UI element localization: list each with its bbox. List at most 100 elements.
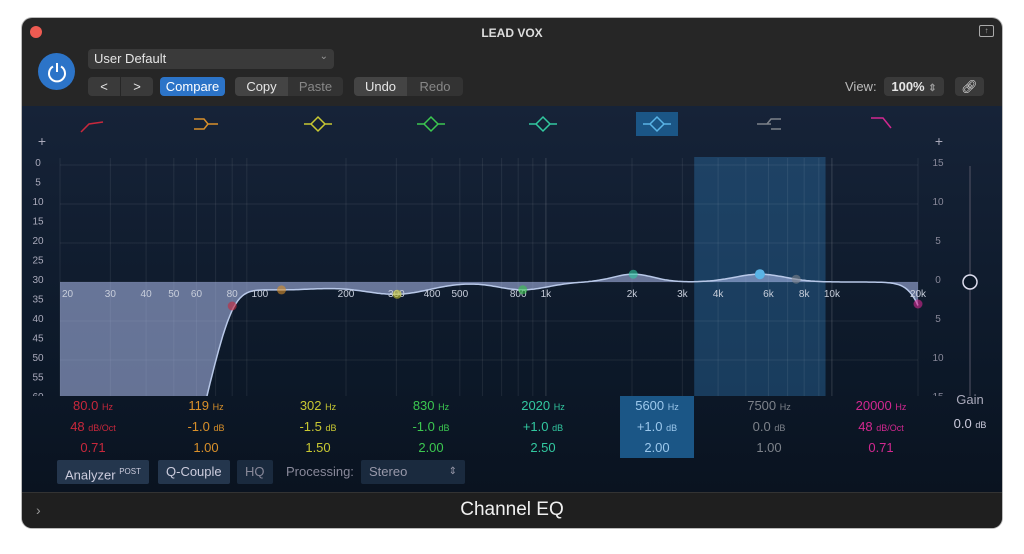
freq-tick-label: 40 [141, 289, 153, 300]
plugin-name: Channel EQ [460, 499, 564, 520]
link-icon: 🔗︎ [961, 79, 978, 94]
output-gain-label: Gain [956, 392, 984, 407]
float-window-icon[interactable]: ↑ [979, 25, 994, 37]
band-gain[interactable]: -1.5 dB [281, 417, 355, 438]
band-frequency[interactable]: 80.0 Hz [56, 396, 130, 417]
selected-band-tab [636, 112, 678, 136]
processing-select[interactable]: Stereo ⇕ [361, 460, 465, 484]
compare-button[interactable]: Compare [160, 77, 225, 96]
band-frequency[interactable]: 119 Hz [169, 396, 243, 417]
band-1-low-cut-icon[interactable] [80, 121, 104, 133]
band-8-handle[interactable] [913, 299, 923, 309]
view-label: View: [845, 79, 877, 94]
prev-preset-button[interactable]: < [88, 77, 120, 96]
window-title: LEAD VOX [481, 26, 543, 40]
band-frequency[interactable]: 830 Hz [394, 396, 468, 417]
analyzer-scale-label: 55 [32, 373, 44, 384]
zoom-plus-button[interactable]: + [935, 133, 943, 149]
freq-tick-label: 1k [541, 289, 553, 300]
paste-button[interactable]: Paste [288, 77, 343, 96]
band-8-values[interactable]: 20000 Hz 48 dB/Oct 0.71 [844, 396, 918, 458]
band-4-handle[interactable] [518, 285, 528, 295]
band-7-handle[interactable] [791, 274, 801, 284]
freq-tick-label: 100 [252, 289, 269, 300]
band-frequency[interactable]: 20000 Hz [844, 396, 918, 417]
band-frequency[interactable]: 2020 Hz [506, 396, 580, 417]
link-button[interactable]: 🔗︎ [955, 77, 984, 96]
output-gain-knob[interactable] [962, 274, 978, 290]
undo-button[interactable]: Undo [354, 77, 407, 96]
freq-tick-label: 10k [824, 289, 841, 300]
copy-button[interactable]: Copy [235, 77, 288, 96]
band-5-values[interactable]: 2020 Hz +1.0 dB 2.50 [506, 396, 580, 458]
band-q[interactable]: 2.50 [506, 438, 580, 458]
stepper-icon: ⇕ [928, 83, 937, 94]
band-3-bell-icon[interactable] [304, 115, 332, 133]
view-zoom-select[interactable]: 100% ⇕ [884, 77, 944, 96]
band-4-bell-icon[interactable] [417, 115, 445, 133]
band-gain[interactable]: -1.0 dB [394, 417, 468, 438]
band-5-handle[interactable] [628, 269, 638, 279]
band-q[interactable]: 1.00 [732, 438, 806, 458]
preset-value: User Default [94, 51, 167, 66]
freq-tick-label: 3k [677, 289, 689, 300]
band-7-values[interactable]: 7500 Hz 0.0 dB 1.00 [732, 396, 806, 458]
plugin-window: LEAD VOX ↑ User Default ⌄ < > Compare Cop… [22, 18, 1002, 528]
band-2-low-shelf-icon[interactable] [194, 118, 218, 130]
band-q[interactable]: 1.00 [169, 438, 243, 458]
band-1-values[interactable]: 80.0 Hz 48 dB/Oct 0.71 [56, 396, 130, 458]
freq-tick-label: 400 [424, 289, 441, 300]
freq-tick-label: 8k [799, 289, 811, 300]
freq-tick-label: 30 [105, 289, 117, 300]
band-2-handle[interactable] [277, 285, 287, 295]
analyzer-scale-label: 30 [32, 275, 44, 286]
output-gain-value[interactable]: 0.0 dB [940, 416, 1000, 431]
analyzer-scale-label: 15 [32, 217, 44, 228]
band-8-high-cut-icon[interactable] [871, 117, 892, 129]
stepper-icon: ⇕ [448, 466, 457, 477]
eq-curve-display[interactable]: 2030405060801002003004005008001k2k3k4k6k… [22, 106, 1002, 396]
band-7-high-shelf-icon[interactable] [757, 118, 781, 130]
band-gain[interactable]: 0.0 dB [732, 417, 806, 438]
next-preset-button[interactable]: > [121, 77, 153, 96]
band-frequency[interactable]: 302 Hz [281, 396, 355, 417]
freq-tick-label: 4k [713, 289, 725, 300]
band-6-values[interactable]: 5600 Hz +1.0 dB 2.00 [620, 396, 694, 458]
analyzer-button[interactable]: Analyzer POST [57, 460, 149, 484]
analyzer-scale-label: 40 [32, 314, 44, 325]
band-q[interactable]: 0.71 [844, 438, 918, 458]
band-frequency[interactable]: 5600 Hz [620, 396, 694, 417]
band-q[interactable]: 2.00 [394, 438, 468, 458]
band-1-handle[interactable] [227, 301, 237, 311]
band-frequency[interactable]: 7500 Hz [732, 396, 806, 417]
analyzer-scale-label: 10 [32, 197, 44, 208]
band-5-bell-icon[interactable] [529, 115, 557, 133]
zoom-plus-button[interactable]: + [38, 133, 46, 149]
preset-dropdown[interactable]: User Default ⌄ [88, 49, 334, 69]
band-gain[interactable]: -1.0 dB [169, 417, 243, 438]
band-2-values[interactable]: 119 Hz -1.0 dB 1.00 [169, 396, 243, 458]
band-4-values[interactable]: 830 Hz -1.0 dB 2.00 [394, 396, 468, 458]
band-q[interactable]: 0.71 [56, 438, 130, 458]
power-button[interactable] [38, 53, 75, 90]
band-3-values[interactable]: 302 Hz -1.5 dB 1.50 [281, 396, 355, 458]
band-q[interactable]: 1.50 [281, 438, 355, 458]
redo-button[interactable]: Redo [407, 77, 463, 96]
freq-tick-label: 2k [627, 289, 639, 300]
hq-button[interactable]: HQ [237, 460, 273, 484]
view-zoom-value: 100% [891, 79, 925, 94]
q-couple-button[interactable]: Q-Couple [158, 460, 230, 484]
analyzer-scale-label: 45 [32, 334, 44, 345]
band-gain[interactable]: +1.0 dB [620, 417, 694, 438]
eq-graph-panel[interactable]: 2030405060801002003004005008001k2k3k4k6k… [22, 106, 1002, 492]
analyzer-scale-label: 50 [32, 353, 44, 364]
band-6-handle[interactable] [754, 269, 765, 280]
band-q[interactable]: 2.00 [620, 438, 694, 458]
band-gain[interactable]: +1.0 dB [506, 417, 580, 438]
band-3-handle[interactable] [392, 289, 402, 299]
freq-tick-label: 80 [227, 289, 239, 300]
band-gain[interactable]: 48 dB/Oct [844, 417, 918, 438]
analyzer-scale-label: 35 [32, 295, 44, 306]
chevron-down-icon: ⌄ [319, 51, 328, 62]
band-gain[interactable]: 48 dB/Oct [56, 417, 130, 438]
